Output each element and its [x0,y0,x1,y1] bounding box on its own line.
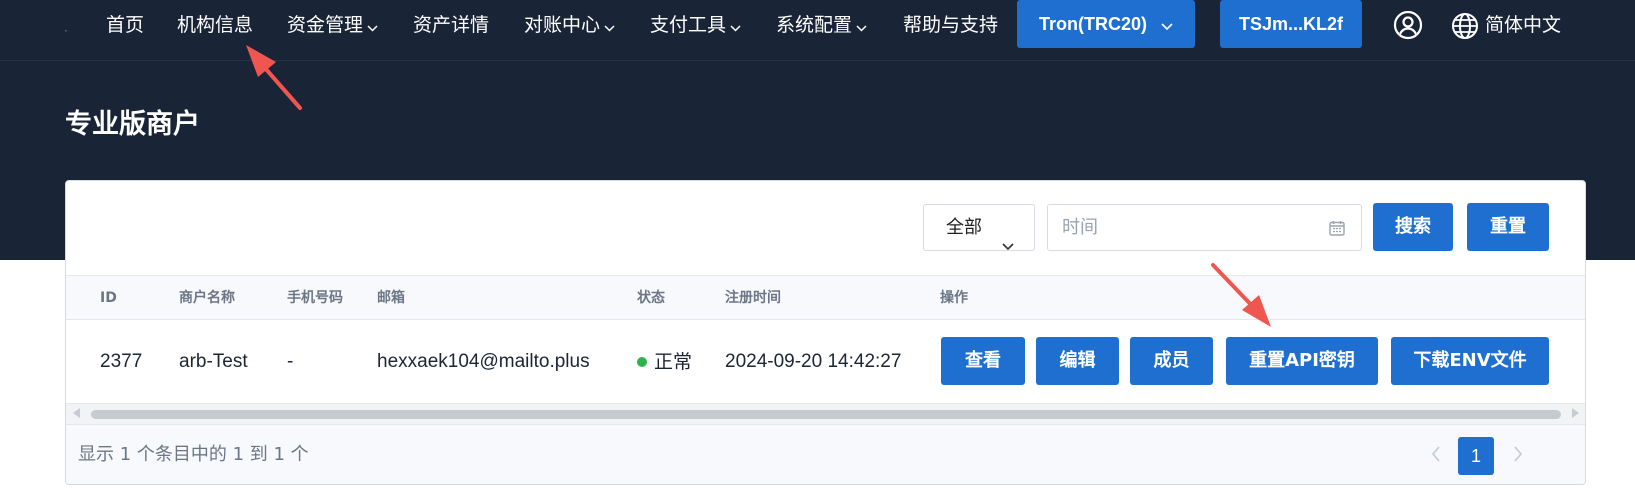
time-range-input[interactable] [1048,205,1318,250]
user-account-icon[interactable] [1393,10,1423,40]
column-header-phone: 手机号码 [287,290,343,306]
horizontal-scrollbar[interactable] [66,404,1585,424]
chevron-down-icon [730,13,741,39]
wallet-address-label: TSJm...KL2f [1238,14,1344,34]
chevron-down-icon [856,13,867,39]
reset-api-key-button[interactable]: 重置API密钥 [1226,337,1378,385]
nav-item-help-support[interactable]: 帮助与支持 [903,12,998,38]
nav-logo-dot: · [64,24,68,38]
members-button[interactable]: 成员 [1130,337,1213,385]
nav-item-label: 对账中心 [524,14,601,36]
pagination-info: 显示 1 个条目中的 1 到 1 个 [78,444,309,465]
edit-button[interactable]: 编辑 [1036,337,1119,385]
nav-item-label: 系统配置 [776,14,853,36]
column-header-id: ID [100,290,117,306]
page-title: 专业版商户 [65,109,200,140]
table-row: 2377 arb-Test - hexxaek104@mailto.plus 正… [66,320,1585,404]
pagination-prev-icon[interactable] [1431,445,1441,467]
column-header-merchant-name: 商户名称 [179,290,235,306]
nav-item-label: 机构信息 [177,14,254,36]
download-env-button[interactable]: 下载ENV文件 [1391,337,1549,385]
top-navigation: · 首页 机构信息 资金管理 资产详情 对账中心 支付工具 系统配置 帮助与支持… [0,0,1635,61]
nav-item-label: 资金管理 [287,14,364,36]
nav-item-institution-info[interactable]: 机构信息 [177,12,253,38]
column-header-registered-time: 注册时间 [725,290,781,306]
column-header-actions: 操作 [940,290,968,306]
status-dot-icon [637,356,647,367]
column-header-status: 状态 [637,290,665,306]
nav-item-reconciliation-center[interactable]: 对账中心 [524,12,615,38]
network-label: Tron(TRC20) [1039,14,1147,34]
cell-id: 2377 [100,351,143,372]
nav-item-payment-tools[interactable]: 支付工具 [650,12,741,38]
nav-item-home[interactable]: 首页 [106,12,144,38]
merchant-table-card: 全部 搜索 重置 ID 商户名称 手机号码 邮箱 状态 注册时间 操作 2377… [65,180,1586,485]
time-range-field[interactable] [1047,204,1362,251]
cell-phone: - [287,351,294,372]
chevron-down-icon [367,13,378,39]
chevron-down-icon [1161,1,1173,49]
pagination-current-page[interactable]: 1 [1458,437,1494,475]
nav-item-system-config[interactable]: 系统配置 [776,12,867,38]
scroll-right-arrow-icon[interactable] [1572,408,1579,418]
nav-item-label: 资产详情 [413,14,490,36]
cell-registered-time: 2024-09-20 14:42:27 [725,351,902,372]
chevron-down-icon [1002,223,1014,268]
app-root: · 首页 机构信息 资金管理 资产详情 对账中心 支付工具 系统配置 帮助与支持… [0,0,1635,494]
network-select-button[interactable]: Tron(TRC20) [1017,0,1195,48]
status-filter-select[interactable]: 全部 [923,204,1035,251]
wallet-address-button[interactable]: TSJm...KL2f [1220,0,1362,48]
nav-item-label: 支付工具 [650,14,727,36]
cell-merchant-name: arb-Test [179,351,248,372]
nav-item-asset-details[interactable]: 资产详情 [413,12,489,38]
cell-status: 正常 [637,320,692,404]
reset-button[interactable]: 重置 [1467,203,1549,251]
table-footer: 显示 1 个条目中的 1 到 1 个 1 [66,424,1585,484]
chevron-down-icon [604,13,615,39]
nav-item-fund-management[interactable]: 资金管理 [287,12,378,38]
globe-icon [1451,12,1485,39]
nav-item-label: 帮助与支持 [903,14,999,36]
search-button[interactable]: 搜索 [1373,203,1453,251]
pagination-next-icon[interactable] [1513,445,1523,467]
table-header: ID 商户名称 手机号码 邮箱 状态 注册时间 操作 [66,275,1585,320]
scroll-left-arrow-icon[interactable] [73,408,80,418]
language-label: 简体中文 [1485,14,1562,36]
status-label: 正常 [654,351,693,373]
scrollbar-thumb[interactable] [91,410,1561,419]
view-button[interactable]: 查看 [941,337,1025,385]
language-selector[interactable]: 简体中文 [1451,10,1561,40]
cell-email: hexxaek104@mailto.plus [377,351,590,372]
status-filter-value: 全部 [946,217,982,238]
nav-item-label: 首页 [106,14,145,36]
column-header-email: 邮箱 [377,290,405,306]
calendar-icon [1329,220,1345,240]
